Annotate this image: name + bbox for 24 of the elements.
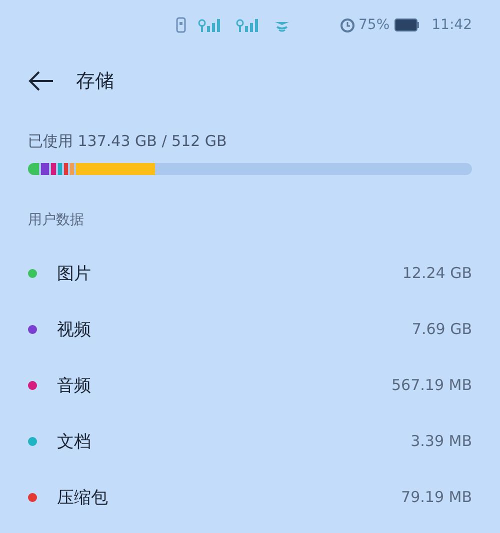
category-size: 3.39 MB bbox=[410, 432, 472, 450]
storage-category[interactable]: 压缩包 79.19 MB bbox=[28, 469, 472, 525]
clock-icon bbox=[340, 18, 355, 32]
usage-label: 已使用 137.43 GB / 512 GB bbox=[28, 132, 228, 151]
category-name: 视频 bbox=[57, 318, 92, 340]
category-size: 12.24 GB bbox=[402, 264, 472, 282]
storage-category[interactable]: 文档 3.39 MB bbox=[28, 413, 472, 469]
section-title: 用户数据 bbox=[28, 211, 85, 230]
storage-category[interactable]: 视频 7.69 GB bbox=[28, 301, 472, 357]
battery-percent: 75% bbox=[358, 17, 390, 33]
storage-category[interactable]: 音频 567.19 MB bbox=[28, 357, 472, 413]
clock-time: 11:42 bbox=[432, 17, 472, 33]
storage-category[interactable]: 图片 12.24 GB bbox=[28, 245, 472, 301]
category-name: 图片 bbox=[57, 262, 92, 284]
phone-icon bbox=[176, 17, 186, 33]
battery-icon bbox=[394, 18, 420, 32]
page-title: 存储 bbox=[76, 69, 114, 94]
category-name: 压缩包 bbox=[57, 486, 109, 508]
category-size: 79.19 MB bbox=[401, 488, 472, 506]
category-name: 文档 bbox=[57, 430, 92, 452]
category-size: 7.69 GB bbox=[412, 320, 472, 338]
back-button[interactable] bbox=[28, 70, 54, 92]
category-name: 音频 bbox=[57, 374, 92, 396]
category-size: 567.19 MB bbox=[392, 376, 472, 394]
